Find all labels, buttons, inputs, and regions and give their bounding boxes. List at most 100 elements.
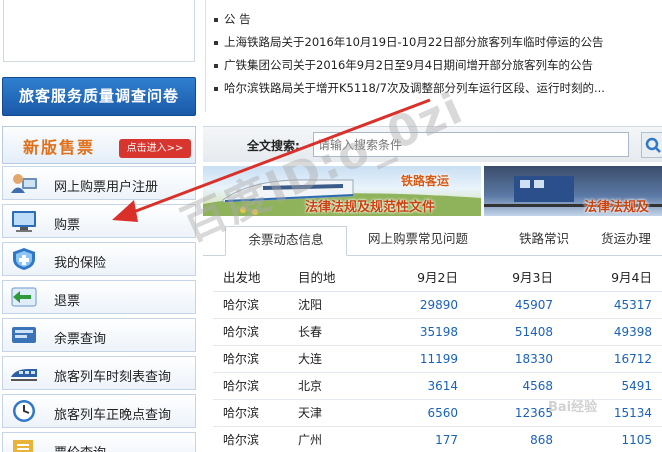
ticket-count-link[interactable]: 3614 — [373, 372, 468, 400]
left-top-panel — [3, 0, 195, 62]
origin-cell: 哈尔滨 — [213, 372, 288, 400]
menu-label: 旅客列车时刻表查询 — [54, 370, 172, 385]
ticket-count-link[interactable]: 15134 — [563, 399, 662, 427]
news-title: 哈尔滨铁路局关于增开K5118/7次及调整部分列车运行区段、运行时刻的... — [224, 81, 605, 95]
enter-new-ticket-button[interactable]: 点击进入>> — [119, 139, 191, 158]
bullet-icon — [214, 86, 218, 91]
news-title: 公 告 — [224, 12, 251, 26]
ticket-count-link[interactable]: 35198 — [373, 318, 468, 346]
origin-cell: 哈尔滨 — [213, 318, 288, 346]
column-header: 9月2日 — [373, 263, 468, 292]
menu-label: 购票 — [54, 218, 81, 233]
table-row: 哈尔滨 大连 11199 18330 16712 — [213, 345, 662, 373]
origin-cell: 哈尔滨 — [213, 426, 288, 452]
ticket-count-link[interactable]: 5491 — [563, 372, 662, 400]
ticket-count-link[interactable]: 51408 — [468, 318, 563, 346]
destination-cell: 大连 — [288, 345, 373, 373]
table-header-row: 出发地 目的地 9月2日 9月3日 9月4日 — [213, 263, 662, 292]
menu-item-punctuality[interactable]: 旅客列车正晚点查询 — [2, 394, 196, 428]
bullet-icon — [214, 40, 218, 45]
destination-cell: 广州 — [288, 426, 373, 452]
column-header: 目的地 — [288, 263, 373, 292]
ticket-count-link[interactable]: 16712 — [563, 345, 662, 373]
tab-freight[interactable]: 货运办理 — [601, 226, 662, 256]
tab-online-faq[interactable]: 网上购票常见问题 — [353, 226, 483, 256]
ticket-count-link[interactable]: 29890 — [373, 291, 468, 319]
news-list: 公 告 上海铁路局关于2016年10月19日-10月22日部分旅客列车临时停运的… — [205, 0, 662, 112]
ticket-count-link[interactable]: 4568 — [468, 372, 563, 400]
train-icon — [11, 369, 37, 381]
search-icon — [645, 137, 661, 153]
banner-title: 法律法规及 — [584, 200, 650, 215]
table-row: 哈尔滨 天津 6560 12365 15134 — [213, 399, 662, 427]
new-ticket-title: 新版售票 — [23, 138, 96, 157]
menu-item-user-register[interactable]: 网上购票用户注册 — [2, 166, 196, 200]
news-title: 广铁集团公司关于2016年9月2日至9月4日期间增开部分旅客列车的公告 — [224, 58, 594, 72]
origin-cell: 哈尔滨 — [213, 345, 288, 373]
menu-item-refund[interactable]: 退票 — [2, 280, 196, 314]
ticket-count-link[interactable]: 1105 — [563, 426, 662, 452]
law-banner-locomotive[interactable]: 法律法规及 — [484, 166, 662, 216]
menu-label: 网上购票用户注册 — [54, 180, 159, 195]
news-item[interactable]: 哈尔滨铁路局关于增开K5118/7次及调整部分列车运行区段、运行时刻的... — [214, 80, 605, 98]
menu-label: 退票 — [54, 294, 81, 309]
table-row: 哈尔滨 沈阳 29890 45907 45317 — [213, 291, 662, 319]
table-row: 哈尔滨 广州 177 868 1105 — [213, 426, 662, 452]
menu-item-price-query[interactable]: 票价查询 — [2, 432, 196, 452]
menu-item-my-insurance[interactable]: 我的保险 — [2, 242, 196, 276]
news-title: 上海铁路局关于2016年10月19日-10月22日部分旅客列车临时停运的公告 — [224, 35, 604, 49]
destination-cell: 天津 — [288, 399, 373, 427]
table-row: 哈尔滨 北京 3614 4568 5491 — [213, 372, 662, 400]
tab-remaining-tickets[interactable]: 余票动态信息 — [225, 226, 347, 256]
bullet-icon — [214, 63, 218, 68]
destination-cell: 北京 — [288, 372, 373, 400]
survey-banner[interactable]: 旅客服务质量调查问卷 — [2, 77, 196, 116]
ticket-count-link[interactable]: 49398 — [563, 318, 662, 346]
remaining-tickets-table: 出发地 目的地 9月2日 9月3日 9月4日 哈尔滨 沈阳 29890 4590… — [213, 263, 662, 452]
destination-cell: 长春 — [288, 318, 373, 346]
search-input[interactable] — [313, 132, 629, 157]
ticket-count-link[interactable]: 6560 — [373, 399, 468, 427]
shield-icon — [13, 248, 35, 270]
news-item[interactable]: 广铁集团公司关于2016年9月2日至9月4日期间增开部分旅客列车的公告 — [214, 57, 593, 75]
bullet-icon — [214, 17, 218, 22]
news-item[interactable]: 公 告 — [214, 11, 251, 29]
column-header: 9月3日 — [468, 263, 563, 292]
info-tabs: 余票动态信息 网上购票常见问题 铁路常识 货运办理 — [203, 220, 662, 256]
search-button[interactable] — [641, 132, 662, 158]
menu-item-remaining-tickets[interactable]: 余票查询 — [2, 318, 196, 352]
menu-label: 余票查询 — [54, 332, 107, 347]
column-header: 出发地 — [213, 263, 288, 292]
origin-cell: 哈尔滨 — [213, 399, 288, 427]
computer-icon — [12, 211, 36, 232]
ticket-count-link[interactable]: 12365 — [468, 399, 563, 427]
menu-item-timetable[interactable]: 旅客列车时刻表查询 — [2, 356, 196, 390]
banner-tag: 铁路客运 — [401, 174, 450, 188]
table-row: 哈尔滨 长春 35198 51408 49398 — [213, 318, 662, 346]
left-sidebar: 旅客服务质量调查问卷 新版售票 点击进入>> 网上购票用户注册 购票 我的保险 … — [0, 0, 197, 452]
column-header: 9月4日 — [563, 263, 662, 292]
search-bar: 全文搜索: — [203, 126, 662, 162]
menu-label: 票价查询 — [54, 442, 106, 452]
ticket-count-link[interactable]: 11199 — [373, 345, 468, 373]
tab-railway-knowledge[interactable]: 铁路常识 — [499, 226, 589, 256]
law-banner-high-speed[interactable]: 铁路客运 法律法规及规范性文件 — [203, 166, 481, 216]
search-label: 全文搜索: — [247, 139, 300, 153]
origin-cell: 哈尔滨 — [213, 291, 288, 319]
ticket-count-link[interactable]: 45317 — [563, 291, 662, 319]
refund-arrow-icon — [11, 287, 37, 307]
news-item[interactable]: 上海铁路局关于2016年10月19日-10月22日部分旅客列车临时停运的公告 — [214, 34, 603, 52]
destination-cell: 沈阳 — [288, 291, 373, 319]
clock-icon — [13, 400, 35, 422]
menu-label: 我的保险 — [54, 256, 107, 271]
ticket-count-link[interactable]: 45907 — [468, 291, 563, 319]
banner-title: 法律法规及规范性文件 — [305, 200, 436, 215]
new-ticket-panel: 新版售票 点击进入>> — [2, 126, 196, 164]
menu-label: 旅客列车正晚点查询 — [54, 408, 172, 423]
price-icon — [13, 440, 33, 452]
ticket-count-link[interactable]: 177 — [373, 426, 468, 452]
ticket-count-link[interactable]: 868 — [468, 426, 563, 452]
ticket-query-icon — [12, 327, 36, 343]
ticket-count-link[interactable]: 18330 — [468, 345, 563, 373]
menu-item-buy-ticket[interactable]: 购票 — [2, 204, 196, 238]
